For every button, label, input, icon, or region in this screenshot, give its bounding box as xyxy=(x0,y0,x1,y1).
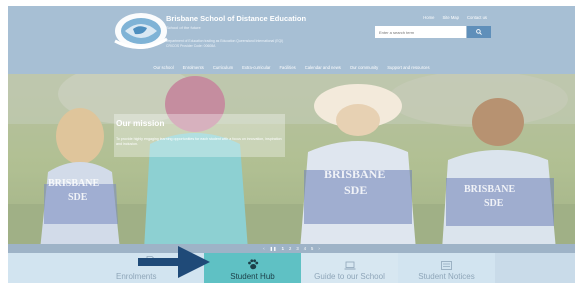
home-link[interactable]: Home xyxy=(423,15,434,20)
cricos-line: CRICOS Provider Code: 00608A xyxy=(166,43,216,48)
department-line: Department of Education trading as Educa… xyxy=(166,39,284,43)
carousel-page-1[interactable]: 1 xyxy=(282,244,284,253)
tab-student-hub[interactable]: Student Hub xyxy=(204,253,301,283)
site-map-link[interactable]: Site Map xyxy=(442,15,459,20)
school-tagline: School of the future xyxy=(166,25,201,30)
hero-carousel: BRISBANE SDE BRISBANE SDE BRISBANE SDE O… xyxy=(8,74,575,250)
nav-extra-curricular[interactable]: Extra-curricular xyxy=(242,65,270,70)
school-logo[interactable] xyxy=(111,11,169,51)
main-navigation: Our school Enrolments Curriculum Extra-c… xyxy=(8,60,575,74)
carousel-page-2[interactable]: 2 xyxy=(289,244,291,253)
site-header: Brisbane School of Distance Education Sc… xyxy=(8,6,575,74)
nav-curriculum[interactable]: Curriculum xyxy=(213,65,233,70)
tab-guide-label: Guide to our School xyxy=(314,272,385,281)
search-input[interactable] xyxy=(375,26,466,38)
tab-student-notices[interactable]: Student Notices xyxy=(398,253,495,283)
carousel-pager: ‹ ❚❚ 1 2 3 4 5 › xyxy=(8,244,575,253)
arrow-right-icon xyxy=(138,246,210,278)
nav-facilities[interactable]: Facilities xyxy=(279,65,295,70)
hero-photo: BRISBANE SDE BRISBANE SDE BRISBANE SDE xyxy=(8,74,575,250)
tab-student-notices-label: Student Notices xyxy=(418,272,475,281)
contact-us-link[interactable]: Contact us xyxy=(467,15,487,20)
school-name[interactable]: Brisbane School of Distance Education xyxy=(166,14,306,23)
nav-our-school[interactable]: Our school xyxy=(153,65,173,70)
mission-text: To provide highly engaging learning oppo… xyxy=(116,137,282,146)
search-button[interactable] xyxy=(467,26,491,38)
search-icon xyxy=(476,29,482,35)
carousel-next-button[interactable]: › xyxy=(318,244,319,253)
tab-student-hub-label: Student Hub xyxy=(230,272,275,281)
mission-title: Our mission xyxy=(116,118,165,128)
quick-links-tabs: Enrolments Student Hub Guide to our Scho… xyxy=(8,253,575,283)
carousel-page-3[interactable]: 3 xyxy=(296,244,298,253)
utility-links: Home Site Map Contact us xyxy=(423,15,487,20)
tabs-filler xyxy=(495,253,575,283)
carousel-pause-button[interactable]: ❚❚ xyxy=(270,244,277,253)
carousel-prev-button[interactable]: ‹ xyxy=(263,244,264,253)
tab-guide-to-our-school[interactable]: Guide to our School xyxy=(301,253,398,283)
browser-viewport: Brisbane School of Distance Education Sc… xyxy=(8,6,575,283)
nav-calendar-news[interactable]: Calendar and news xyxy=(305,65,341,70)
nav-support-resources[interactable]: Support and resources xyxy=(387,65,429,70)
mission-panel: Our mission To provide highly engaging l… xyxy=(114,114,285,157)
nav-enrolments[interactable]: Enrolments xyxy=(183,65,204,70)
carousel-page-5[interactable]: 5 xyxy=(311,244,313,253)
nav-our-community[interactable]: Our community xyxy=(350,65,378,70)
carousel-page-4[interactable]: 4 xyxy=(304,244,306,253)
department-statement: Department of Education trading as Educa… xyxy=(166,39,283,48)
